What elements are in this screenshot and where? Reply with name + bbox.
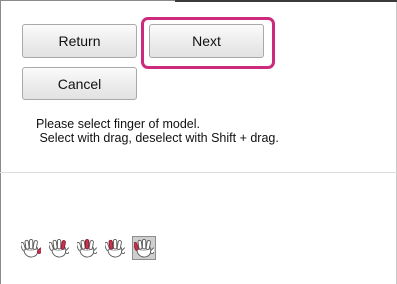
- cancel-button[interactable]: Cancel: [22, 67, 137, 100]
- instruction-line-1: Please select finger of model.: [36, 117, 200, 131]
- hand-icon: [77, 238, 97, 258]
- divider: [0, 172, 397, 173]
- hand-icon: [49, 238, 69, 258]
- hand-icon: [105, 238, 125, 258]
- finger-selector: [20, 236, 156, 260]
- return-button[interactable]: Return: [22, 24, 137, 58]
- hand-icon: [134, 238, 154, 258]
- hand-ring[interactable]: [104, 237, 126, 259]
- hand-index[interactable]: [48, 237, 70, 259]
- instructions: Please select finger of model. Select wi…: [36, 117, 386, 145]
- hand-icon: [21, 238, 41, 258]
- hand-middle[interactable]: [76, 237, 98, 259]
- instruction-line-2: Select with drag, deselect with Shift + …: [36, 131, 279, 145]
- hand-little[interactable]: [132, 236, 156, 260]
- title-edge: [175, 0, 397, 2]
- next-button[interactable]: Next: [149, 24, 264, 58]
- hand-thumb[interactable]: [20, 237, 42, 259]
